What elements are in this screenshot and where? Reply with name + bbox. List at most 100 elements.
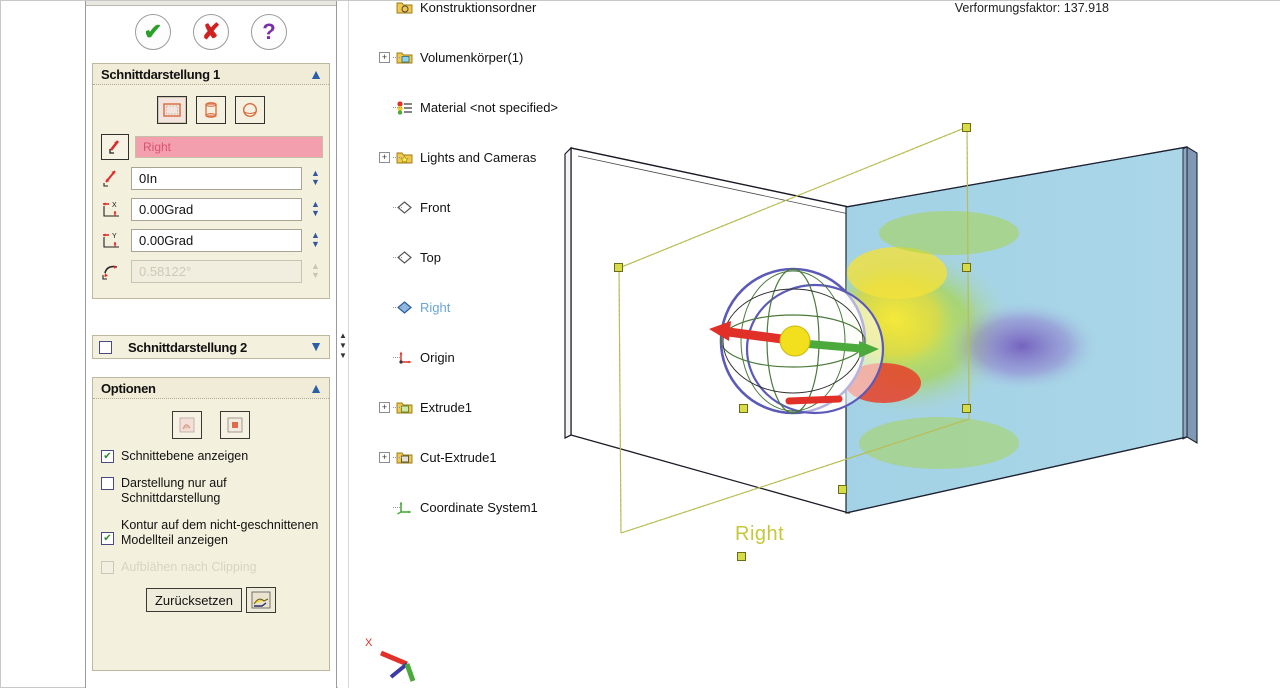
tree-item-konstruktionsordner[interactable]: Konstruktionsordner [349, 0, 649, 20]
plane-handle-bottom-mid[interactable] [838, 485, 847, 494]
display-only-section-row[interactable]: Darstellung nur auf Schnittdarstellung [99, 476, 323, 506]
tree-item-label: Top [420, 250, 441, 265]
rotate-y-icon: Y [99, 228, 125, 252]
splitter-grip-icon[interactable]: ▼ [339, 351, 347, 359]
rotate-x-row: X 0.00Grad ▲ ▼ [99, 197, 323, 221]
arrow-plane-icon [109, 140, 120, 154]
rotate-y-stepper[interactable]: ▲ ▼ [308, 229, 323, 252]
rotate-z-input: 0.58122° [131, 259, 302, 283]
section-type-spherical-button[interactable] [235, 96, 265, 124]
splitter-down-arrow-icon[interactable]: ▼ [339, 341, 347, 349]
expand-icon[interactable]: + [379, 52, 390, 63]
cad-application-window: ✔ ✘ ? Schnittdarstellung 1 ▲ Right 0In ▲… [0, 0, 1280, 688]
section-color-button[interactable] [172, 411, 202, 439]
chevron-down-icon[interactable]: ▼ [309, 338, 323, 354]
tree-item-label: Right [420, 300, 451, 315]
svg-text:Y: Y [112, 233, 117, 240]
close-icon: ✘ [201, 19, 221, 44]
section-view-1-body: Right 0In ▲ ▼ X 0.00Grad ▲ ▼ Y 0.00Grad … [93, 85, 329, 298]
plane-handle-bottom-left[interactable] [737, 552, 746, 561]
show-contour-checkbox[interactable] [101, 532, 114, 545]
section-type-planar-button[interactable] [157, 96, 187, 124]
section-type-cylindrical-button[interactable] [196, 96, 226, 124]
expand-icon[interactable]: + [379, 152, 390, 163]
rotate-y-row: Y 0.00Grad ▲ ▼ [99, 228, 323, 252]
section-view-1-group: Schnittdarstellung 1 ▲ Right 0In ▲ ▼ X 0… [92, 63, 330, 299]
section-plane-label: Right [735, 523, 785, 545]
rotation-z-icon [102, 265, 118, 280]
reset-row: Zurücksetzen [99, 587, 323, 613]
offset-distance-stepper[interactable]: ▲ ▼ [308, 167, 323, 190]
chevron-up-icon[interactable]: ▲ [309, 380, 323, 396]
panel-splitter[interactable]: ▲ ▼ ▼ [338, 1, 349, 688]
tree-item-right[interactable]: Right [349, 295, 649, 320]
reset-view-button[interactable] [246, 587, 277, 613]
splitter-up-arrow-icon[interactable]: ▲ [339, 331, 347, 339]
options-icon-buttons [99, 405, 323, 449]
distance-arrow-icon [103, 170, 116, 187]
rotate-z-row: 0.58122° ▲ ▼ [99, 259, 323, 283]
inflate-after-clipping-label: Aufblähen nach Clipping [121, 560, 257, 574]
offset-distance-row: 0In ▲ ▼ [99, 166, 323, 190]
tree-item-material[interactable]: Material <not specified> [349, 95, 649, 120]
show-section-plane-checkbox[interactable] [101, 450, 114, 463]
tree-item-origin[interactable]: Origin [349, 345, 649, 370]
tree-item-cut-extrude1[interactable]: + Cut-Extrude1 [349, 445, 649, 470]
tree-item-label: Front [420, 200, 451, 215]
stepper-down-icon[interactable]: ▼ [311, 209, 320, 218]
section-view-2-checkbox[interactable] [99, 340, 112, 354]
tree-item-top[interactable]: Top [349, 245, 649, 270]
tree-connector [393, 457, 402, 459]
plane-handle-mid-right[interactable] [962, 263, 971, 272]
reference-plane-field[interactable]: Right [135, 136, 323, 158]
inflate-after-clipping-checkbox [101, 561, 114, 574]
cancel-button[interactable]: ✘ [193, 14, 229, 50]
stepper-down-icon[interactable]: ▼ [311, 178, 320, 187]
tree-connector [393, 107, 402, 109]
stepper-down-icon[interactable]: ▼ [311, 240, 320, 249]
question-mark-icon: ? [262, 19, 276, 44]
section-view-1-title: Schnittdarstellung 1 [101, 66, 220, 82]
rotate-x-icon: X [99, 197, 125, 221]
offset-distance-input[interactable]: 0In [131, 166, 302, 190]
tree-item-label: Origin [420, 350, 455, 365]
plane-handle-center[interactable] [739, 404, 748, 413]
rotation-y-icon: Y [103, 233, 119, 248]
ok-button[interactable]: ✔ [135, 14, 171, 50]
spherical-section-icon [242, 102, 258, 118]
tree-item-label: Coordinate System1 [420, 500, 538, 515]
offset-distance-value: 0In [139, 170, 158, 186]
chevron-up-icon[interactable]: ▲ [309, 66, 323, 82]
tree-item-front[interactable]: Front [349, 195, 649, 220]
tree-item-coordinate-system1[interactable]: Coordinate System1 [349, 495, 649, 520]
rotate-x-stepper[interactable]: ▲ ▼ [308, 198, 323, 221]
rotate-y-input[interactable]: 0.00Grad [131, 228, 302, 252]
feature-tree: Konstruktionsordner + Volumenkörper(1) M… [349, 0, 649, 515]
section-view-2-group[interactable]: Schnittdarstellung 2 ▼ [92, 335, 330, 359]
tree-item-extrude1[interactable]: + Extrude1 [349, 395, 649, 420]
reset-button[interactable]: Zurücksetzen [145, 588, 243, 612]
section-view-1-header[interactable]: Schnittdarstellung 1 ▲ [93, 64, 329, 85]
display-only-section-checkbox[interactable] [101, 477, 114, 490]
plane-handle-bottom-right[interactable] [962, 404, 971, 413]
tree-item-volumenkorper[interactable]: + Volumenkörper(1) [349, 45, 649, 70]
tree-connector [393, 157, 402, 159]
help-button[interactable]: ? [251, 14, 287, 50]
show-contour-row[interactable]: Kontur auf dem nicht-geschnittenen Model… [99, 518, 323, 548]
tree-item-lights-cameras[interactable]: + Lights and Cameras [349, 145, 649, 170]
options-header[interactable]: Optionen ▲ [93, 378, 329, 399]
options-title: Optionen [101, 380, 156, 396]
rotate-x-value: 0.00Grad [139, 201, 194, 217]
triad-center-handle [779, 325, 811, 357]
rotate-x-input[interactable]: 0.00Grad [131, 197, 302, 221]
plane-handle-top-right[interactable] [962, 123, 971, 132]
tree-connector [393, 507, 402, 509]
show-section-plane-row[interactable]: Schnittebene anzeigen [99, 449, 323, 464]
expand-icon[interactable]: + [379, 402, 390, 413]
show-section-plane-label: Schnittebene anzeigen [121, 449, 249, 463]
options-body: Schnittebene anzeigen Darstellung nur au… [93, 399, 329, 621]
inflate-after-clipping-row: Aufblähen nach Clipping [99, 560, 323, 575]
section-hatch-button[interactable] [220, 411, 250, 439]
stepper-down-icon: ▼ [311, 270, 320, 280]
expand-icon[interactable]: + [379, 452, 390, 463]
